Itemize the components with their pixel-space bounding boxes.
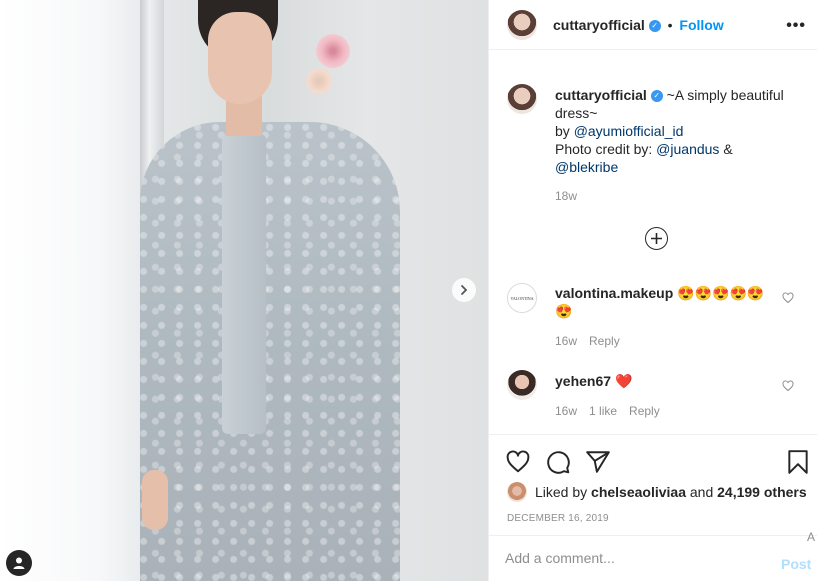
comment-1-text-2: 😍 [555, 303, 573, 319]
post-actions: Liked by chelseaoliviaa and 24,199 other… [489, 434, 817, 535]
dress-scarf [222, 134, 266, 434]
face [208, 12, 272, 104]
post-photo[interactable] [0, 0, 488, 581]
caption-credit: Photo credit by: [555, 141, 657, 157]
caption-line-4: Photo credit by: @juandus & [555, 140, 733, 158]
save-bookmark-icon[interactable] [785, 449, 811, 475]
caption-text-2: dress~ [555, 105, 598, 121]
caption-line-3: by @ayumiofficial_id [555, 122, 683, 140]
post-date[interactable]: DECEMBER 16, 2019 [507, 513, 609, 524]
woman-figure [130, 0, 410, 581]
liked-count[interactable]: 24,199 others [717, 484, 807, 500]
comment-1-time[interactable]: 16w [555, 334, 577, 348]
comment-1-username[interactable]: valontina.makeup [555, 285, 673, 301]
comment-2-time[interactable]: 16w [555, 404, 577, 418]
header-username[interactable]: cuttaryofficial [553, 17, 645, 33]
valontina-logo-text: VALONTINA [510, 295, 534, 301]
liked-user[interactable]: chelseaoliviaa [591, 484, 686, 500]
tagged-users-button[interactable] [6, 550, 32, 576]
edge-overflow-char: A [807, 530, 816, 544]
follow-button[interactable]: Follow [679, 17, 723, 33]
comment-1-line-1: valontina.makeup 😍😍😍😍😍 [555, 284, 764, 302]
more-options-icon[interactable]: ••• [786, 17, 806, 35]
comment-2-username[interactable]: yehen67 [555, 373, 611, 389]
comment-avatar-yehen67[interactable] [507, 370, 537, 400]
separator-dot: • [667, 17, 673, 33]
add-comment-bar: Post [489, 535, 817, 581]
caption-time[interactable]: 18w [555, 189, 577, 203]
load-more-comments-button[interactable] [645, 227, 668, 250]
caption-line-5: @blekribe [555, 158, 618, 176]
header-user: cuttaryofficial ✓ • Follow [553, 17, 724, 33]
liked-by-text: Liked by chelseaoliviaa and 24,199 other… [535, 484, 807, 500]
share-icon[interactable] [585, 449, 611, 475]
chevron-right-icon [461, 285, 468, 295]
comment-2-meta: 16w 1 like Reply [555, 404, 660, 418]
caption-text-1: ~A simply beautiful [666, 87, 784, 103]
caption-avatar[interactable] [507, 84, 537, 114]
window-light [0, 0, 140, 581]
comment-1-reply[interactable]: Reply [589, 334, 620, 348]
plus-circle-icon [651, 233, 662, 244]
liker-avatar[interactable] [507, 482, 527, 502]
verified-badge-icon: ✓ [650, 90, 663, 103]
mention-blekribe[interactable]: @blekribe [555, 159, 618, 175]
mention-ayumiofficial[interactable]: @ayumiofficial_id [574, 123, 684, 139]
comment-2-like-icon[interactable] [782, 380, 794, 392]
owner-avatar[interactable] [507, 10, 537, 40]
post-comment-button[interactable]: Post [781, 556, 811, 572]
liked-prefix: Liked by [535, 484, 592, 500]
caption-username[interactable]: cuttaryofficial [555, 87, 647, 103]
like-icon[interactable] [505, 449, 531, 475]
comment-2-text: ❤️ [614, 373, 633, 389]
post-sidebar: cuttaryofficial ✓ • Follow ••• cuttaryof… [488, 0, 817, 581]
comment-2-reply[interactable]: Reply [629, 404, 660, 418]
verified-badge-icon: ✓ [648, 20, 661, 33]
comment-1-like-icon[interactable] [782, 292, 794, 304]
comment-avatar-valontina[interactable]: VALONTINA [507, 283, 537, 313]
caption-by: by [555, 123, 574, 139]
comment-1-meta: 16w Reply [555, 334, 620, 348]
liked-and: and [686, 484, 718, 500]
lace-dress [140, 122, 400, 581]
next-photo-button[interactable] [452, 278, 476, 302]
comment-2-line-1: yehen67 ❤️ [555, 372, 632, 390]
comment-2-likes[interactable]: 1 like [589, 404, 617, 418]
post-header: cuttaryofficial ✓ • Follow ••• [489, 0, 817, 50]
caption-line-1: cuttaryofficial ✓ ~A simply beautiful [555, 86, 784, 104]
user-icon [13, 557, 25, 569]
mention-juandus[interactable]: @juandus [656, 141, 719, 157]
hair-flower-small [306, 68, 332, 94]
add-comment-input[interactable] [505, 550, 765, 566]
comment-icon[interactable] [545, 449, 571, 475]
comment-1-text: 😍😍😍😍😍 [677, 285, 765, 301]
hair-flower [316, 34, 350, 68]
caption-amp: & [719, 141, 733, 157]
hand [142, 470, 168, 530]
